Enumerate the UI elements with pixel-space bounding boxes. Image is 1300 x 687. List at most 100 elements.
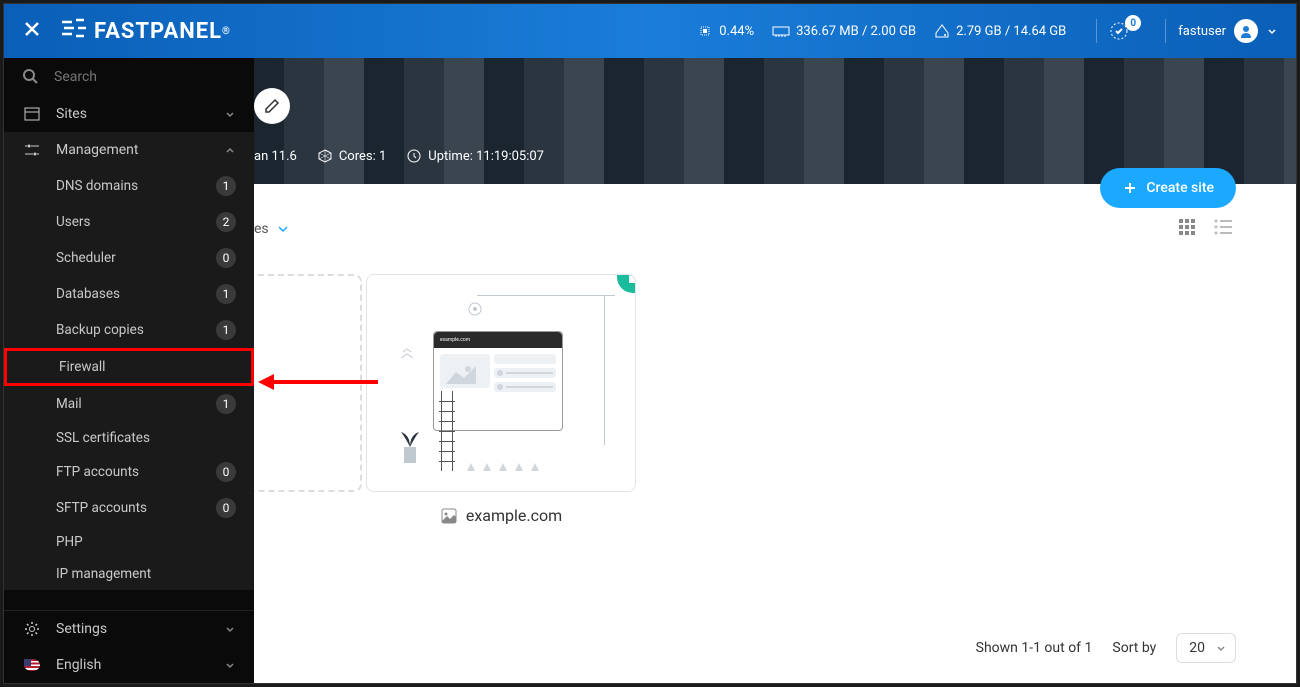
sidebar-item-label: Sites <box>56 106 224 122</box>
header-divider <box>1096 19 1097 43</box>
sidebar-item-label: Management <box>56 142 224 158</box>
sidebar-subitem-label: Mail <box>56 396 216 412</box>
site-name-row: example.com <box>366 506 636 525</box>
cores-icon <box>317 148 333 164</box>
management-icon <box>22 142 42 158</box>
sidebar-subitem-label: Scheduler <box>56 250 216 266</box>
sidebar-subitem-label: IP management <box>56 566 236 582</box>
search-row[interactable] <box>4 58 254 96</box>
sidebar-subitem-label: FTP accounts <box>56 464 216 480</box>
filter-dropdown[interactable]: es <box>254 221 291 237</box>
count-badge: 1 <box>216 320 236 340</box>
sidebar-subitem-label: SFTP accounts <box>56 500 216 516</box>
sidebar-subitem-dns-domains[interactable]: DNS domains1 <box>4 168 254 204</box>
sidebar-subitem-firewall[interactable]: Firewall <box>4 348 254 386</box>
chevron-down-icon <box>224 108 236 120</box>
count-badge: 0 <box>216 248 236 268</box>
sidebar-subitem-php[interactable]: PHP <box>4 526 254 558</box>
disk-value: 2.79 GB / 14.64 GB <box>956 24 1066 39</box>
notification-count: 0 <box>1125 15 1141 31</box>
sidebar-subitem-backup-copies[interactable]: Backup copies1 <box>4 312 254 348</box>
sidebar-item-management[interactable]: Management <box>4 132 254 168</box>
gear-icon <box>22 621 42 637</box>
os-info: an 11.6 <box>254 149 297 164</box>
close-icon[interactable] <box>22 19 42 43</box>
sidebar-item-settings[interactable]: Settings <box>4 611 254 647</box>
flag-icon <box>22 659 42 671</box>
sidebar-subitem-label: PHP <box>56 534 236 550</box>
count-badge: 1 <box>216 176 236 196</box>
create-site-button[interactable]: Create site <box>1100 168 1236 208</box>
create-site-label: Create site <box>1146 180 1214 196</box>
count-badge: 1 <box>216 284 236 304</box>
count-badge: 0 <box>216 498 236 518</box>
plus-icon <box>1122 180 1138 196</box>
chevron-down-icon <box>1266 25 1278 37</box>
clock-icon <box>406 148 422 164</box>
search-input[interactable] <box>54 69 236 85</box>
chevron-down-icon <box>275 221 291 237</box>
list-icon <box>1214 218 1232 236</box>
site-thumbnail: example.com <box>366 274 636 492</box>
sort-select[interactable]: 20 <box>1176 633 1236 663</box>
cpu-icon <box>697 23 713 39</box>
site-name-label[interactable]: example.com <box>466 506 562 525</box>
sidebar-subitem-scheduler[interactable]: Scheduler0 <box>4 240 254 276</box>
disk-icon <box>934 23 950 39</box>
sidebar-item-label: English <box>56 657 224 673</box>
sidebar-subitem-mail[interactable]: Mail1 <box>4 386 254 422</box>
sidebar-subitem-ftp-accounts[interactable]: FTP accounts0 <box>4 454 254 490</box>
chevron-down-icon <box>1215 642 1227 654</box>
logo-text: FASTPANEL <box>94 19 222 44</box>
grid-view-button[interactable] <box>1174 214 1200 244</box>
notifications-button[interactable]: 0 <box>1109 21 1135 41</box>
disk-stat: 2.79 GB / 14.64 GB <box>934 23 1066 39</box>
memory-icon <box>772 24 790 38</box>
sidebar-subitem-label: Firewall <box>59 359 233 375</box>
header-bar: FASTPANEL® 0.44% 336.67 MB / 2.00 GB 2.7… <box>4 4 1296 58</box>
uptime-info: Uptime: 11:19:05:07 <box>406 148 544 164</box>
sidebar-subitem-ssl-certificates[interactable]: SSL certificates <box>4 422 254 454</box>
sidebar-subitem-ip-management[interactable]: IP management <box>4 558 254 590</box>
sidebar-subitem-users[interactable]: Users2 <box>4 204 254 240</box>
main-content: Create site es <box>254 184 1296 683</box>
sidebar: Sites Management DNS domains1Users2Sched… <box>4 58 254 683</box>
cpu-stat: 0.44% <box>697 23 754 39</box>
count-badge: 2 <box>216 212 236 232</box>
sidebar-item-sites[interactable]: Sites <box>4 96 254 132</box>
sidebar-item-label: Settings <box>56 621 224 637</box>
username: fastuser <box>1178 24 1226 39</box>
memory-stat: 336.67 MB / 2.00 GB <box>772 24 916 39</box>
count-badge: 1 <box>216 394 236 414</box>
sidebar-subitem-label: Users <box>56 214 216 230</box>
sidebar-subitem-label: SSL certificates <box>56 430 236 446</box>
sidebar-subitem-label: Databases <box>56 286 216 302</box>
count-badge: 0 <box>216 462 236 482</box>
header-divider <box>1165 19 1166 43</box>
sort-value: 20 <box>1189 640 1205 656</box>
pencil-icon <box>264 98 280 114</box>
chevron-up-icon <box>224 144 236 156</box>
sidebar-subitem-label: DNS domains <box>56 178 216 194</box>
memory-value: 336.67 MB / 2.00 GB <box>796 24 916 39</box>
logo[interactable]: FASTPANEL® <box>60 18 231 44</box>
chevron-down-icon <box>224 659 236 671</box>
image-icon <box>440 507 458 525</box>
shown-count: Shown 1-1 out of 1 <box>976 640 1093 656</box>
site-card[interactable]: example.com <box>366 274 636 534</box>
grid-icon <box>1178 218 1196 236</box>
search-icon <box>22 68 40 86</box>
sort-label: Sort by <box>1112 640 1156 656</box>
user-menu[interactable]: fastuser <box>1178 19 1278 43</box>
lock-icon <box>625 274 636 285</box>
list-view-button[interactable] <box>1210 214 1236 244</box>
sidebar-subitem-label: Backup copies <box>56 322 216 338</box>
sites-icon <box>22 106 42 122</box>
sidebar-subitem-sftp-accounts[interactable]: SFTP accounts0 <box>4 490 254 526</box>
sidebar-subitem-databases[interactable]: Databases1 <box>4 276 254 312</box>
cpu-value: 0.44% <box>719 24 754 39</box>
edit-button[interactable] <box>254 88 290 124</box>
sidebar-item-language[interactable]: English <box>4 647 254 683</box>
logo-icon <box>60 18 86 44</box>
avatar-icon <box>1234 19 1258 43</box>
